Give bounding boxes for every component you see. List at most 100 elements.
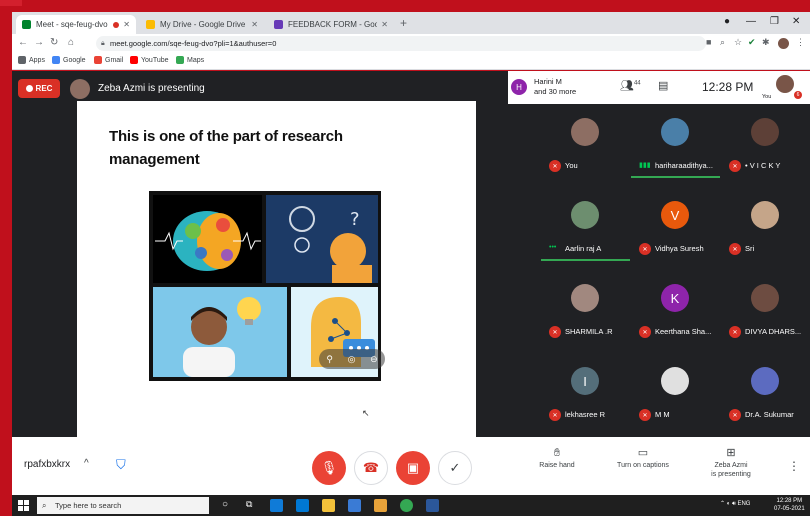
close-tab-icon[interactable]: ✕ (381, 20, 388, 29)
home-icon[interactable]: ⌂ (68, 37, 74, 48)
slide-image-collage: ? ⚲ ◎ ⊖ (149, 191, 385, 381)
participant-tile[interactable]: ✕ DIVYA DHARS... (721, 272, 810, 354)
check-icon: ✓ (449, 460, 461, 475)
tab-title: My Drive - Google Drive (160, 20, 246, 29)
participant-tile[interactable]: ✕ Dr.A. Sukumar (721, 355, 810, 437)
file-explorer-icon[interactable] (322, 499, 335, 512)
remove-icon[interactable]: ⊖ (370, 354, 378, 365)
new-tab-button[interactable]: + (400, 16, 407, 30)
participant-tile[interactable]: ••• Aarlin raj A (541, 189, 630, 271)
tab-drive[interactable]: My Drive - Google Drive ✕ (140, 15, 264, 34)
pinned-participant-info[interactable]: Harini M and 30 more (534, 77, 576, 97)
mute-presenter-icon[interactable]: ◎ (348, 354, 356, 365)
check-button[interactable]: ✓ (438, 451, 472, 485)
chat-icon[interactable]: ▤ (658, 79, 668, 92)
meeting-code[interactable]: rpafxbxkrx (24, 459, 70, 470)
bookmark-google[interactable]: Google (52, 56, 86, 64)
word-icon[interactable] (426, 499, 439, 512)
app-l-icon[interactable] (296, 499, 309, 512)
present-screen-icon: ⊞ (726, 447, 736, 459)
chevron-up-icon[interactable]: ^ (84, 458, 89, 469)
mail-icon[interactable] (374, 499, 387, 512)
taskbar-clock[interactable]: 12:28 PM 07-05-2021 (774, 497, 805, 513)
reload-icon[interactable]: ↻ (50, 37, 58, 48)
mic-toggle-button[interactable]: 🎙︎ (312, 451, 346, 485)
speaking-indicator-icon: ▮▮▮ (639, 162, 651, 169)
profile-avatar[interactable] (778, 38, 789, 49)
participant-tile[interactable]: ✕ SHARMILA .R (541, 272, 630, 354)
windows-start-icon[interactable] (18, 500, 29, 511)
bookmark-apps[interactable]: Apps (18, 56, 45, 64)
presenting-label-line1: Zeba Azmi (714, 462, 748, 469)
window-frame: Meet - sqe-feug-dvo ✕ My Drive - Google … (0, 0, 810, 516)
camera-off-icon: ▣ (406, 460, 420, 475)
forward-icon[interactable]: → (34, 37, 44, 48)
participant-name: Harini M (534, 77, 562, 86)
bookmark-label: Apps (29, 56, 45, 64)
maximize-icon[interactable]: ❐ (770, 16, 779, 27)
cortana-icon[interactable]: ○ (222, 499, 235, 512)
bookmark-youtube[interactable]: YouTube (130, 56, 169, 64)
participant-avatar (571, 284, 599, 312)
tab-meet[interactable]: Meet - sqe-feug-dvo ✕ (16, 15, 136, 34)
slide-title: This is one of the part of research mana… (109, 128, 343, 168)
bookmark-maps[interactable]: Maps (176, 56, 204, 64)
mouse-cursor-icon: ↖ (362, 408, 370, 418)
participant-tile[interactable]: I ✕ lekhasree R (541, 355, 630, 437)
menu-kebab-icon[interactable]: ⋮ (796, 37, 805, 48)
close-tab-icon[interactable]: ✕ (251, 20, 258, 29)
more-options-icon[interactable]: ⋮ (788, 459, 800, 473)
language-indicator: ENG (737, 501, 751, 507)
captions-icon: ▭ (637, 447, 649, 459)
bookmark-star-icon[interactable]: ☆ (734, 37, 742, 48)
profile-dot-icon[interactable]: ● (724, 16, 730, 27)
people-icon[interactable]: 👥︎44 (620, 79, 641, 92)
hand-icon: ✋︎ (553, 447, 561, 459)
camera-toggle-button[interactable]: ▣ (396, 451, 430, 485)
participant-tile[interactable]: ✕ Sri (721, 189, 810, 271)
task-view-icon[interactable]: ⧉ (246, 499, 259, 512)
participant-name: M M (655, 410, 670, 419)
recording-indicator-icon (113, 21, 120, 28)
system-tray[interactable]: ⌃ ◐ 🔊︎ ENG (720, 500, 750, 508)
participant-avatar (661, 118, 689, 146)
mic-off-icon: ✕ (639, 409, 651, 421)
chrome-icon[interactable] (400, 499, 413, 512)
self-label: You (762, 94, 772, 100)
bookmark-label: Maps (187, 56, 205, 64)
back-icon[interactable]: ← (18, 37, 28, 48)
extension-check-icon[interactable]: ✔ (748, 37, 756, 48)
tab-feedback-form[interactable]: FEEDBACK FORM - Google Form ✕ (268, 15, 394, 34)
meet-stage: REC Zeba Azmi is presenting H Harini M a… (12, 71, 810, 437)
mic-off-icon: ✕ (639, 326, 651, 338)
pin-icon[interactable]: ⚲ (326, 354, 333, 365)
shield-icon[interactable]: ⛉ (116, 457, 130, 473)
zoom-icon[interactable]: ⌕ (720, 37, 725, 48)
self-avatar[interactable] (776, 75, 794, 93)
minimize-icon[interactable]: — (746, 16, 756, 27)
raise-hand-button[interactable]: ✋︎ Raise hand (522, 447, 592, 470)
participant-tile[interactable]: ✕ M M (631, 355, 720, 437)
captions-button[interactable]: ▭ Turn on captions (608, 447, 678, 470)
leave-call-button[interactable]: ☎︎ (354, 451, 388, 485)
participant-name: SHARMILA .R (565, 327, 613, 336)
participant-name: Dr.A. Sukumar (745, 410, 794, 419)
participant-tile[interactable]: K ✕ Keerthana Sha... (631, 272, 720, 354)
address-bar[interactable]: 🔒︎ meet.google.com/sqe-feug-dvo?pli=1&au… (96, 36, 706, 51)
participant-tile[interactable]: ✕ • V I C K Y (721, 106, 810, 188)
close-window-icon[interactable]: ✕ (792, 16, 800, 27)
participant-tile[interactable]: ▮▮▮ hariharaadithya... (631, 106, 720, 188)
browser-tab-bar: Meet - sqe-feug-dvo ✕ My Drive - Google … (12, 12, 810, 34)
participant-tile[interactable]: V ✕ Vidhya Suresh (631, 189, 720, 271)
camera-indicator-icon[interactable]: ■ (706, 37, 711, 47)
mic-off-icon: ✕ (639, 243, 651, 255)
participant-name: DIVYA DHARS... (745, 327, 802, 336)
store-icon[interactable] (348, 499, 361, 512)
edge-icon[interactable] (270, 499, 283, 512)
participant-tile[interactable]: ✕ You (541, 106, 630, 188)
taskbar-search-input[interactable]: ⌕ Type here to search (37, 497, 209, 514)
extensions-puzzle-icon[interactable]: ✱ (762, 37, 770, 48)
close-tab-icon[interactable]: ✕ (123, 20, 130, 29)
present-button[interactable]: ⊞ Zeba Azmi is presenting (696, 447, 766, 479)
bookmark-gmail[interactable]: Gmail (94, 56, 123, 64)
